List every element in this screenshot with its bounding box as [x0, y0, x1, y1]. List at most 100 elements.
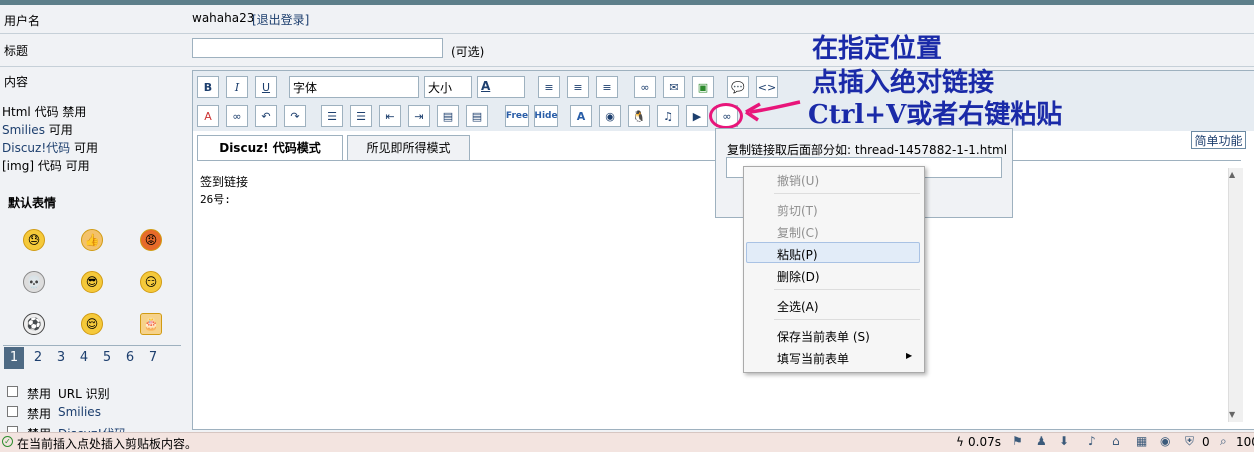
- editor-line-2: 26号:: [200, 193, 231, 206]
- option-checkbox-url[interactable]: [7, 386, 18, 397]
- status-download-icon[interactable]: ⬇: [1059, 434, 1069, 448]
- align-center-icon[interactable]: ≡: [567, 76, 589, 98]
- username-label: 用户名: [4, 14, 41, 28]
- page-5[interactable]: 5: [97, 347, 117, 369]
- img-code-label: [img] 代码: [2, 159, 62, 173]
- unlink-icon[interactable]: ∞: [226, 105, 248, 127]
- font-color-icon: A: [481, 79, 491, 93]
- annotation-line-1: 在指定位置: [812, 34, 943, 64]
- annotation-arrow-icon: [745, 100, 801, 122]
- menu-select-all[interactable]: 全选(A): [777, 298, 917, 315]
- simple-mode-button[interactable]: 简单功能: [1191, 131, 1246, 149]
- html-code-label: Html 代码: [2, 105, 59, 119]
- editor-scrollbar[interactable]: [1228, 168, 1243, 422]
- username-value: wahaha23: [192, 11, 255, 25]
- redo-icon[interactable]: ↷: [284, 105, 306, 127]
- tab-wysiwyg-mode[interactable]: 所见即所得模式: [347, 135, 470, 161]
- code-icon[interactable]: <>: [756, 76, 778, 98]
- discuz-code-link[interactable]: Discuz!代码: [2, 141, 70, 155]
- image-icon[interactable]: ▣: [692, 76, 714, 98]
- status-flag-icon[interactable]: ⚑: [1012, 434, 1023, 448]
- hide-button[interactable]: Hide: [534, 105, 558, 127]
- menu-separator: [774, 319, 920, 320]
- menu-save-form[interactable]: 保存当前表单 (S): [777, 328, 917, 345]
- status-count: 0: [1202, 435, 1210, 449]
- emoticon-thumbs-up-icon[interactable]: 👍: [81, 229, 103, 251]
- underline-button[interactable]: U: [255, 76, 277, 98]
- menu-fill-form[interactable]: 填写当前表单: [777, 350, 917, 367]
- submenu-arrow-icon: ▶: [906, 351, 913, 360]
- emoticon-cake-icon[interactable]: 🎂: [140, 313, 162, 335]
- indent-icon[interactable]: ⇥: [408, 105, 430, 127]
- status-volume-icon[interactable]: ♪: [1088, 434, 1096, 448]
- context-menu: 撤销(U) 剪切(T) 复制(C) 粘贴(P) 删除(D) 全选(A) 保存当前…: [743, 166, 925, 373]
- status-speed-icon: ϟ: [956, 435, 964, 449]
- page-2[interactable]: 2: [28, 347, 48, 369]
- menu-delete[interactable]: 删除(D): [777, 268, 917, 285]
- emoticon-angry-icon[interactable]: 😡: [140, 229, 162, 251]
- menu-undo[interactable]: 撤销(U): [777, 172, 917, 189]
- page-3[interactable]: 3: [51, 347, 71, 369]
- status-grid-icon[interactable]: ▦: [1136, 434, 1147, 448]
- emoticon-smirk-icon[interactable]: 😏: [140, 271, 162, 293]
- emoticons-title: 默认表情: [8, 196, 57, 210]
- link-icon[interactable]: ∞: [634, 76, 656, 98]
- unordered-list-icon[interactable]: ☰: [350, 105, 372, 127]
- font-style-icon[interactable]: A: [570, 105, 592, 127]
- menu-paste[interactable]: 粘贴(P): [777, 246, 917, 263]
- bold-button[interactable]: B: [197, 76, 219, 98]
- page-1[interactable]: 1: [4, 347, 24, 369]
- font-select[interactable]: 字体: [289, 76, 419, 98]
- editor-textarea[interactable]: 签到链接 26号:: [200, 173, 248, 209]
- page-7[interactable]: 7: [143, 347, 163, 369]
- status-person-icon[interactable]: ♟: [1036, 434, 1047, 448]
- logout-link[interactable]: [退出登录]: [252, 11, 309, 28]
- menu-cut[interactable]: 剪切(T): [777, 202, 917, 219]
- menu-copy[interactable]: 复制(C): [777, 224, 917, 241]
- option-checkbox-smilies[interactable]: [7, 406, 18, 417]
- remove-format-icon[interactable]: A: [197, 105, 219, 127]
- emoticon-sleepy-icon[interactable]: 😌: [81, 313, 103, 335]
- smilies-link[interactable]: Smilies: [2, 123, 45, 137]
- audio-icon[interactable]: ♫: [657, 105, 679, 127]
- qq-icon[interactable]: 🐧: [628, 105, 650, 127]
- menu-separator: [774, 193, 920, 194]
- font-color-select[interactable]: A: [477, 76, 525, 98]
- content-label: 内容: [4, 75, 29, 89]
- float-left-icon[interactable]: ▤: [437, 105, 459, 127]
- free-button[interactable]: Free: [505, 105, 529, 127]
- option-smilies-label: Smilies: [58, 405, 101, 419]
- video-icon[interactable]: ▶: [686, 105, 708, 127]
- quote-icon[interactable]: 💬: [727, 76, 749, 98]
- discuz-code-status: 可用: [73, 141, 98, 155]
- title-input[interactable]: [192, 38, 443, 58]
- page-6[interactable]: 6: [120, 347, 140, 369]
- tab-code-mode[interactable]: Discuz! 代码模式: [197, 135, 343, 161]
- status-eye-icon[interactable]: ◉: [1160, 434, 1170, 448]
- option-url-prefix: 禁用: [27, 387, 52, 401]
- menu-separator: [774, 289, 920, 290]
- emoticon-skull-icon[interactable]: 💀: [23, 271, 45, 293]
- align-left-icon[interactable]: ≡: [538, 76, 560, 98]
- size-select[interactable]: 大小: [424, 76, 472, 98]
- float-right-icon[interactable]: ▤: [466, 105, 488, 127]
- status-zoom-icon[interactable]: ⌕: [1220, 434, 1227, 449]
- page-4[interactable]: 4: [74, 347, 94, 369]
- flash-icon[interactable]: ◉: [599, 105, 621, 127]
- emoticon-ball-icon[interactable]: ⚽: [23, 313, 45, 335]
- status-shield-icon[interactable]: ⛨: [1185, 434, 1194, 449]
- emoticon-sweat-icon[interactable]: 😓: [23, 229, 45, 251]
- img-code-status: 可用: [65, 159, 90, 173]
- link-popup-label: 复制链接取后面部分如: thread-1457882-1-1.html: [727, 143, 1008, 157]
- align-right-icon[interactable]: ≡: [596, 76, 618, 98]
- emoticon-cool-icon[interactable]: 😎: [81, 271, 103, 293]
- outdent-icon[interactable]: ⇤: [379, 105, 401, 127]
- italic-button[interactable]: I: [226, 76, 248, 98]
- scroll-up-icon[interactable]: ▲: [1229, 170, 1235, 179]
- annotation-line-3: Ctrl+V或者右键粘贴: [808, 100, 1063, 130]
- status-home-icon[interactable]: ⌂: [1112, 434, 1120, 448]
- undo-icon[interactable]: ↶: [255, 105, 277, 127]
- scroll-down-icon[interactable]: ▼: [1229, 410, 1235, 419]
- ordered-list-icon[interactable]: ☰: [321, 105, 343, 127]
- email-icon[interactable]: ✉: [663, 76, 685, 98]
